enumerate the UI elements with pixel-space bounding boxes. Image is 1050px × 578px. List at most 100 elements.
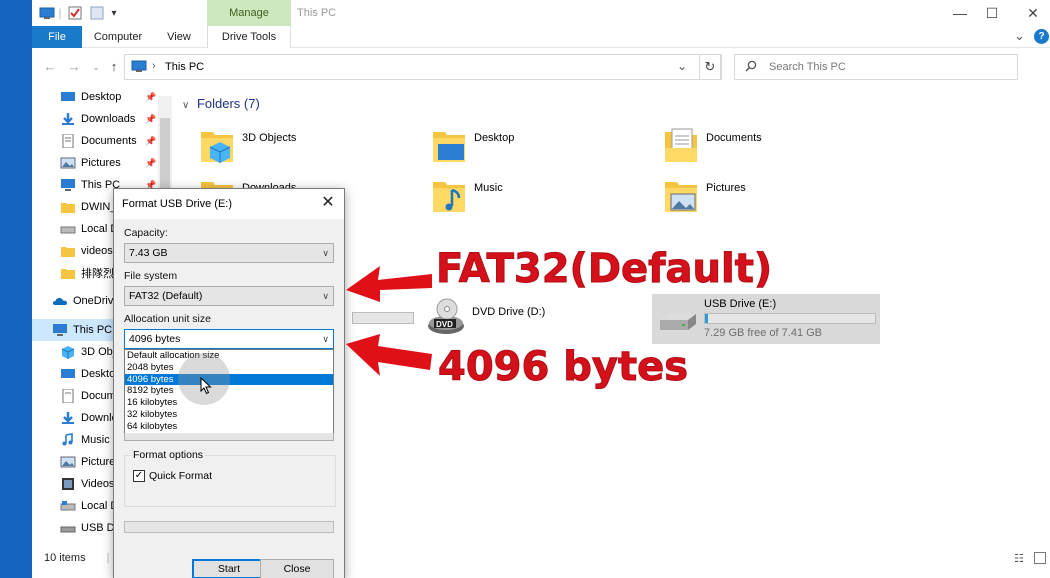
help-icon[interactable]: ?: [1034, 29, 1049, 44]
folder-3d-objects[interactable]: 3D Objects: [200, 122, 420, 170]
music-folder-icon: [433, 182, 465, 212]
chevron-down-icon: ∨: [182, 100, 190, 111]
chevron-down-icon: ∨: [322, 334, 329, 344]
capacity-select[interactable]: 7.43 GB ∨: [124, 243, 334, 263]
properties-icon[interactable]: [66, 5, 84, 21]
downloads-icon: [62, 113, 74, 125]
back-arrow-icon[interactable]: ←: [40, 58, 60, 76]
computer-icon: [53, 324, 67, 336]
new-folder-icon[interactable]: [88, 5, 106, 21]
pictures-icon: [60, 157, 76, 169]
drive-icon: [60, 501, 76, 511]
nav-item-label: videos: [81, 245, 113, 257]
folders-section-header[interactable]: ∨ Folders (7): [182, 96, 260, 111]
filesystem-callout-text: FAT32(Default): [435, 246, 773, 293]
folder-icon: [61, 269, 75, 279]
documents-folder-icon: [665, 128, 697, 162]
dialog-close-icon[interactable]: ✕: [318, 193, 338, 213]
alloc-option[interactable]: 16 kilobytes: [125, 397, 333, 409]
window-title: This PC: [297, 7, 337, 19]
mouse-cursor-icon: [200, 377, 212, 395]
ribbon-tabs: File Computer View Drive Tools ⌄ ?: [32, 26, 1050, 48]
tab-file[interactable]: File: [32, 26, 82, 48]
search-box[interactable]: Search This PC: [734, 54, 1018, 80]
recent-locations-icon[interactable]: ⌄: [86, 58, 106, 76]
music-icon: [62, 433, 73, 446]
volume-label-field[interactable]: [124, 433, 334, 441]
minimize-button[interactable]: —: [945, 4, 975, 22]
folder-music[interactable]: Music: [432, 172, 652, 220]
folder-documents[interactable]: Documents: [664, 122, 884, 170]
up-arrow-icon[interactable]: ↑: [104, 58, 124, 76]
qa-separator: |: [58, 6, 62, 20]
refresh-button[interactable]: ↻: [699, 54, 721, 80]
3d-objects-folder-icon: [201, 132, 233, 163]
folder-pictures[interactable]: Pictures: [664, 172, 884, 220]
folder-label: Pictures: [706, 182, 746, 194]
address-separator: ›: [152, 60, 156, 72]
folder-label: Music: [474, 182, 503, 194]
details-view-icon[interactable]: ☷: [1014, 552, 1024, 565]
status-separator: |: [106, 552, 110, 564]
tab-view[interactable]: View: [156, 26, 202, 48]
documents-icon: [62, 134, 74, 148]
filesystem-select[interactable]: FAT32 (Default) ∨: [124, 286, 334, 306]
alloc-callout-text: 4096 bytes: [437, 344, 689, 391]
close-window-button[interactable]: ✕: [1018, 4, 1048, 22]
drive-usb[interactable]: USB Drive (E:) 7.29 GB free of 7.41 GB: [652, 294, 880, 344]
quick-access-dropdown-icon[interactable]: ▾: [108, 5, 120, 21]
quick-format-label: Quick Format: [149, 470, 213, 482]
drive-dvd[interactable]: DVD DVD Drive (D:): [426, 298, 606, 346]
start-button[interactable]: Start: [192, 559, 266, 578]
address-bar[interactable]: › This PC ⌄: [124, 54, 722, 80]
close-button[interactable]: Close: [260, 559, 334, 578]
search-input[interactable]: Search This PC: [769, 61, 846, 73]
tab-drive-tools[interactable]: Drive Tools: [207, 26, 291, 48]
nav-item-label: DWIN_: [81, 201, 117, 213]
format-progress-bar: [124, 521, 334, 533]
alloc-size-dropdown-list: Default allocation size 2048 bytes 4096 …: [124, 349, 334, 435]
videos-icon: [62, 478, 74, 490]
folder-label: Desktop: [474, 132, 515, 144]
pictures-folder-icon: [665, 182, 697, 212]
title-bar: | ▾ Manage This PC — ☐ ✕: [32, 0, 1050, 26]
nav-item-label: Documents: [81, 135, 137, 147]
nav-item-label: Docum: [81, 390, 116, 402]
nav-item-label: Downloads: [81, 113, 136, 125]
alloc-size-label: Allocation unit size: [124, 313, 211, 325]
usb-free-space: 7.29 GB free of 7.41 GB: [704, 327, 823, 339]
quick-format-checkbox[interactable]: ✓ Quick Format: [133, 470, 212, 482]
usb-drive-icon: [60, 526, 76, 533]
filesystem-callout-arrow: [346, 266, 432, 302]
nav-item-documents[interactable]: Documents 📌: [32, 130, 172, 152]
tab-computer[interactable]: Computer: [88, 26, 148, 48]
alloc-option[interactable]: Default allocation size: [125, 350, 333, 362]
nav-item-pictures[interactable]: Pictures 📌: [32, 152, 172, 174]
address-dropdown-icon[interactable]: ⌄: [677, 59, 687, 73]
desktop-folder-icon: [433, 132, 465, 162]
nav-item-desktop[interactable]: Desktop 📌: [32, 86, 172, 108]
filesystem-value: FAT32 (Default): [129, 290, 203, 302]
chevron-down-icon: ∨: [322, 291, 329, 301]
large-icons-view-icon[interactable]: [1034, 552, 1046, 564]
capacity-label: Capacity:: [124, 227, 168, 239]
folder-desktop[interactable]: Desktop: [432, 122, 652, 170]
pin-icon: 📌: [145, 91, 157, 102]
address-path[interactable]: This PC: [165, 61, 204, 73]
downloads-icon: [62, 412, 74, 424]
forward-arrow-icon[interactable]: →: [64, 58, 84, 76]
maximize-button[interactable]: ☐: [977, 4, 1007, 22]
capacity-value: 7.43 GB: [129, 247, 168, 259]
folder-label: Documents: [706, 132, 762, 144]
alloc-option[interactable]: 8192 bytes: [125, 385, 333, 397]
folders-header-label: Folders (7): [196, 96, 260, 111]
this-pc-quick-icon[interactable]: [38, 5, 56, 21]
alloc-option[interactable]: 32 kilobytes: [125, 409, 333, 421]
manage-contextual-tab[interactable]: Manage: [207, 0, 291, 26]
collapse-ribbon-icon[interactable]: ⌄: [1014, 28, 1025, 44]
nav-item-downloads[interactable]: Downloads 📌: [32, 108, 172, 130]
alloc-option[interactable]: 64 kilobytes: [125, 421, 333, 433]
local-disk-usage-bar: [352, 312, 414, 324]
documents-icon: [62, 389, 74, 403]
alloc-size-select[interactable]: 4096 bytes ∨: [124, 329, 334, 349]
